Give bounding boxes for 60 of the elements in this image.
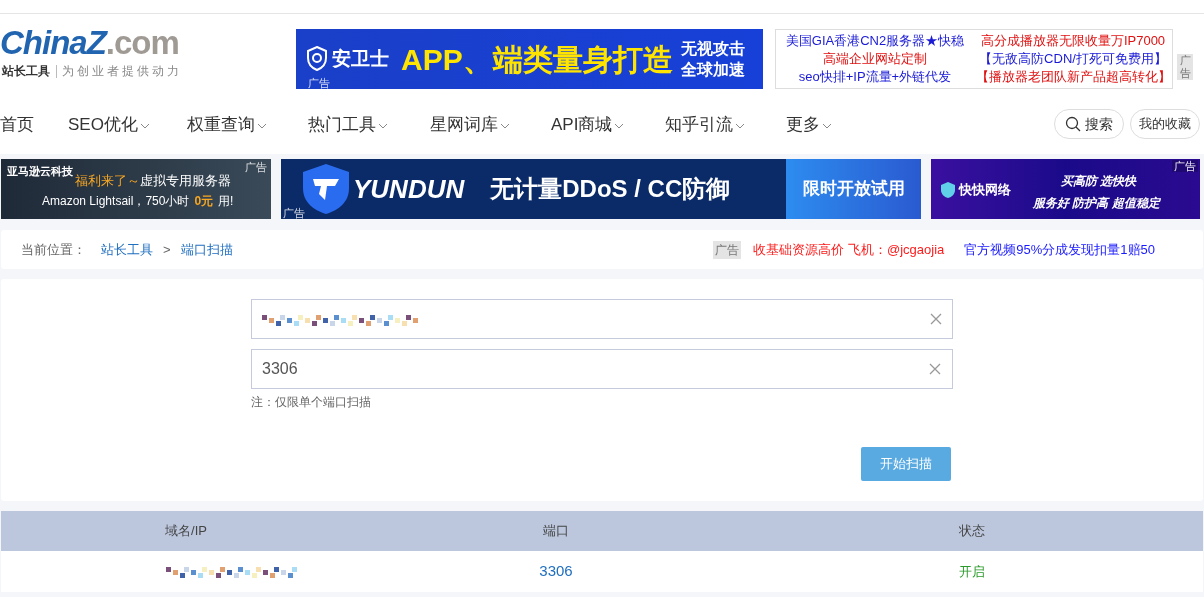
search-icon — [1065, 116, 1081, 132]
ad-link[interactable]: 【播放器老团队新产品超高转化】 — [975, 68, 1171, 86]
ad-label: 广告 — [1177, 54, 1193, 80]
ad-link[interactable]: 高分成播放器无限收量万IP7000 — [980, 32, 1166, 50]
ad-text: 买高防 选快快 — [1061, 173, 1137, 190]
nav-link[interactable]: 首页 — [0, 112, 34, 138]
ad-brand: 安卫士 — [332, 46, 389, 71]
column-header: 状态 — [958, 522, 986, 541]
ad-brand: 亚马逊云科技 — [7, 164, 73, 179]
ad-cta: 限时开放试用 — [786, 159, 921, 219]
ad-link[interactable]: 美国GIA香港CN2服务器★快稳 — [785, 32, 965, 50]
ad-text: 虚拟专用服务器 — [140, 172, 231, 190]
ad-link[interactable]: 收基础资源高价 飞机：@jcgaojia — [753, 239, 945, 260]
breadcrumb-link[interactable]: 站长工具 — [101, 239, 153, 260]
ad-brand: YUNDUN — [353, 172, 465, 206]
breadcrumb-label: 当前位置： — [21, 240, 86, 259]
ad-label: 广告 — [245, 161, 267, 173]
nav-link[interactable]: 更多 — [786, 112, 832, 138]
port-cell-text: 3306 — [538, 561, 574, 582]
ad-text: 无视攻击 — [680, 39, 745, 59]
ad-text: 用! — [218, 193, 234, 210]
host-input[interactable] — [251, 299, 953, 339]
port-input[interactable]: 3306 — [251, 349, 953, 389]
shield-icon — [941, 181, 955, 198]
column-header: 域名/IP — [164, 522, 208, 541]
clear-icon[interactable] — [930, 313, 942, 325]
ad-link[interactable]: 官方视频95%分成发现扣量1赔50 — [964, 239, 1155, 260]
nav-link[interactable]: 知乎引流 — [665, 112, 745, 138]
ad-text: 服务好 防护高 超值稳定 — [1033, 195, 1160, 212]
ad-headline: 无计量DDoS / CC防御 — [490, 174, 731, 204]
ad-text: 全球加速 — [680, 60, 745, 80]
status-cell-text: 开启 — [958, 562, 986, 581]
nav-link[interactable]: 星网词库 — [430, 112, 510, 138]
breadcrumb-separator: > — [163, 240, 171, 259]
ad-text: 福利来了～ — [75, 172, 140, 190]
ad-headline: APP、端类量身打造 — [401, 41, 673, 78]
ad-label: 广告 — [283, 207, 305, 219]
ad-brand: 快快网络 — [959, 181, 1011, 199]
ad-banner[interactable]: 快快网络 买高防 选快快 服务好 防护高 超值稳定 广告 — [931, 159, 1200, 219]
ad-text: Amazon Lightsail，750小时 — [42, 193, 190, 210]
ad-label: 广告 — [308, 77, 330, 89]
note-text: 注：仅限单个端口扫描 — [251, 394, 372, 411]
breadcrumb-link[interactable]: 端口扫描 — [180, 239, 233, 260]
slogan: 为创业者提供动力 — [56, 64, 182, 78]
site-name: 站长工具 — [1, 63, 50, 80]
logo[interactable]: ChinaZ.com — [0, 26, 179, 60]
shield-icon — [306, 46, 328, 72]
ad-label: 广告 — [713, 240, 742, 259]
clear-icon[interactable] — [929, 363, 941, 375]
nav-link[interactable]: 热门工具 — [308, 112, 388, 138]
nav-link[interactable]: API商城 — [551, 112, 625, 138]
column-header: 端口 — [542, 522, 570, 541]
nav-link[interactable]: 权重查询 — [187, 112, 267, 138]
ad-link[interactable]: 高端企业网站定制 — [823, 50, 927, 68]
ad-label: 广告 — [1172, 160, 1198, 172]
nav-link[interactable]: SEO优化 — [68, 112, 150, 138]
ad-banner[interactable]: YUNDUN 无计量DDoS / CC防御 限时开放试用 广告 — [281, 159, 921, 219]
ad-link[interactable]: 【无敌高防CDN/打死可免费用】 — [979, 50, 1167, 68]
ad-text: 0元 — [194, 193, 214, 210]
ad-link[interactable]: seo快排+IP流量+外链代发 — [798, 68, 952, 86]
